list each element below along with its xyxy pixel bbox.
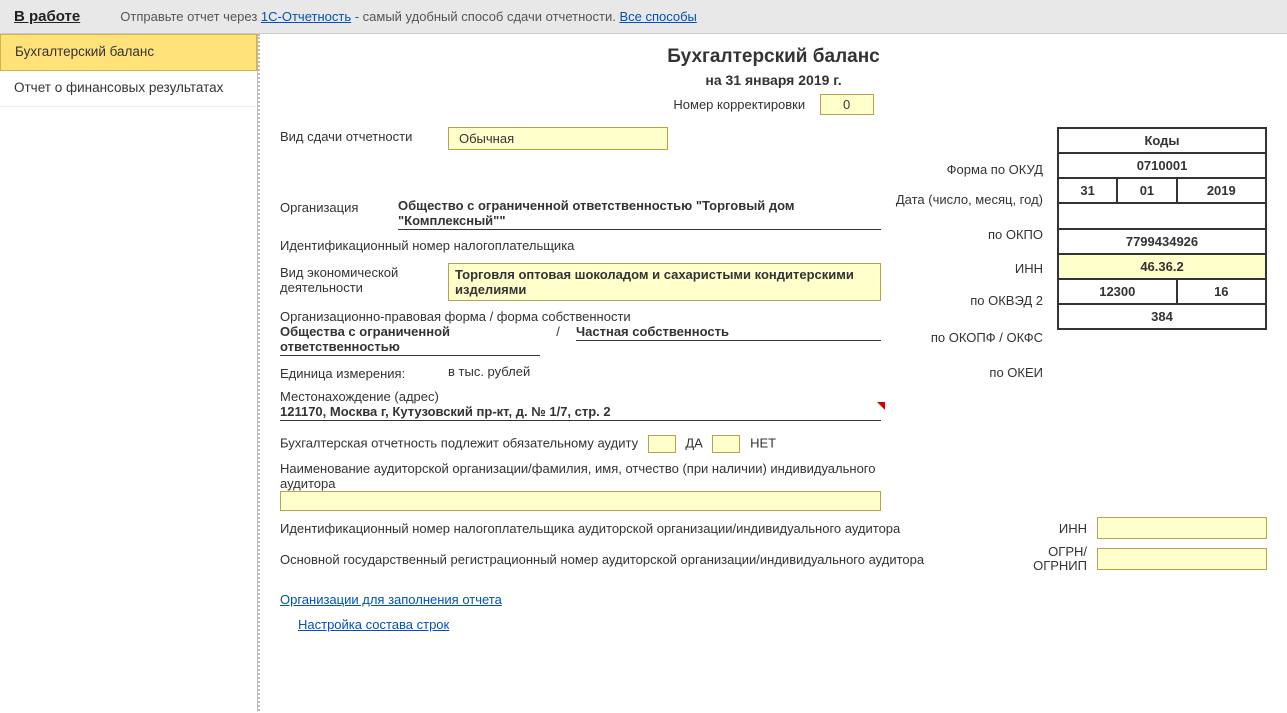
org-value: Общество с ограниченной ответственностью…	[398, 198, 881, 230]
activity-label: Вид экономической деятельности	[280, 263, 440, 295]
opf-value2: Частная собственность	[576, 324, 881, 341]
inn-label: Идентификационный номер налогоплательщик…	[280, 238, 881, 253]
okved-label: по ОКВЭД 2	[895, 283, 1051, 317]
auditor-ogrn-label: Основной государственный регистрационный…	[280, 552, 1017, 567]
sidebar-item-results[interactable]: Отчет о финансовых результатах	[0, 71, 257, 107]
document-area: Бухгалтерский баланс на 31 января 2019 г…	[258, 34, 1287, 711]
codes-header: Коды	[1058, 128, 1266, 153]
auditor-inn-label: Идентификационный номер налогоплательщик…	[280, 521, 1017, 536]
audit-yes-checkbox[interactable]	[648, 435, 676, 453]
correction-number-field[interactable]: 0	[820, 94, 874, 115]
addr-value[interactable]: 121170, Москва г, Кутузовский пр-кт, д. …	[280, 404, 611, 419]
okpo-value	[1058, 203, 1266, 229]
okpo-label: по ОКПО	[895, 215, 1051, 253]
doc-title: Бухгалтерский баланс	[280, 46, 1267, 68]
auditor-inn-field[interactable]	[1097, 517, 1267, 539]
audit-question: Бухгалтерская отчетность подлежит обязат…	[280, 435, 638, 450]
link-orgs-for-report[interactable]: Организации для заполнения отчета	[280, 592, 502, 607]
okud-label: Форма по ОКУД	[895, 155, 1051, 183]
okopf-value: 12300	[1058, 279, 1177, 304]
okei-value: 384	[1058, 304, 1266, 329]
okopf-label: по ОКОПФ / ОКФС	[895, 317, 1051, 357]
okved-value[interactable]: 46.36.2	[1058, 254, 1266, 279]
top-message: Отправьте отчет через 1С-Отчетность - са…	[120, 9, 697, 24]
date-year: 2019	[1177, 178, 1266, 203]
date-label: Дата (число, месяц, год)	[895, 183, 1051, 215]
org-label: Организация	[280, 198, 390, 215]
codes-table: Коды 0710001 31 01 2019 7799434926 46.36…	[1057, 127, 1267, 330]
doc-date: на 31 января 2019 г.	[280, 72, 1267, 88]
report-type-field[interactable]: Обычная	[448, 127, 668, 150]
auditor-name-label: Наименование аудиторской организации/фам…	[280, 461, 881, 491]
inn-code-label: ИНН	[895, 253, 1051, 283]
link-1c-report[interactable]: 1С-Отчетность	[261, 9, 351, 24]
link-all-ways[interactable]: Все способы	[619, 9, 696, 24]
link-row-settings[interactable]: Настройка состава строк	[298, 617, 449, 632]
opf-value1: Общества с ограниченной ответственностью	[280, 324, 540, 356]
status-label[interactable]: В работе	[14, 8, 80, 25]
addr-label: Местонахождение (адрес)	[280, 389, 881, 404]
unit-value: в тыс. рублей	[448, 364, 530, 379]
sidebar: Бухгалтерский баланс Отчет о финансовых …	[0, 34, 258, 711]
okei-label: по ОКЕИ	[895, 357, 1051, 387]
okfs-value: 16	[1177, 279, 1266, 304]
unit-label: Единица измерения:	[280, 364, 440, 381]
audit-no-checkbox[interactable]	[712, 435, 740, 453]
activity-field[interactable]: Торговля оптовая шоколадом и сахаристыми…	[448, 263, 881, 301]
sidebar-item-balance[interactable]: Бухгалтерский баланс	[0, 34, 257, 71]
correction-row: Номер корректировки 0	[280, 94, 1267, 115]
auditor-name-field[interactable]	[280, 491, 881, 511]
report-type-label: Вид сдачи отчетности	[280, 127, 440, 144]
opf-header: Организационно-правовая форма / форма со…	[280, 309, 881, 324]
date-day: 31	[1058, 178, 1117, 203]
warning-icon	[877, 402, 885, 410]
inn-value: 7799434926	[1058, 229, 1266, 254]
top-bar: В работе Отправьте отчет через 1С-Отчетн…	[0, 0, 1287, 34]
okud-value: 0710001	[1058, 153, 1266, 178]
auditor-ogrn-field[interactable]	[1097, 548, 1267, 570]
date-month: 01	[1117, 178, 1176, 203]
